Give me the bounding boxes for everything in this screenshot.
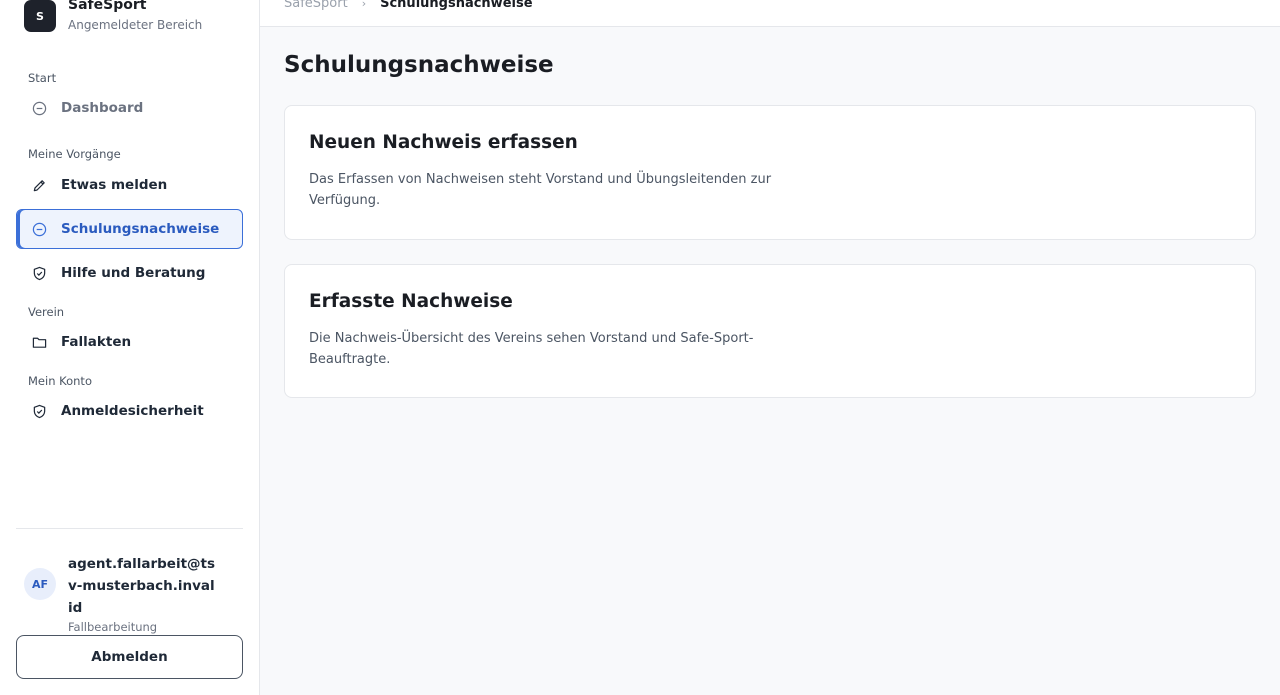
minus-circle-icon xyxy=(31,221,47,237)
sidebar-item-fallakten[interactable]: Fallakten xyxy=(16,322,243,362)
brand[interactable]: S SafeSport Angemeldeter Bereich xyxy=(16,0,243,33)
card-erfasste-nachweise: Erfasste Nachweise Die Nachweis-Übersich… xyxy=(284,264,1256,398)
card-title: Neuen Nachweis erfassen xyxy=(309,132,578,153)
card-text: Die Nachweis-Übersicht des Vereins sehen… xyxy=(309,331,754,367)
sidebar-item-label: Schulungsnachweise xyxy=(61,221,220,237)
app-root: S SafeSport Angemeldeter Bereich Start D… xyxy=(0,0,1280,695)
user-profile: AF agent.fallarbeit@tsv-musterbach.inval… xyxy=(24,553,234,634)
breadcrumb: SafeSport › Schulungsnachweise xyxy=(284,0,533,11)
nav-section-verein: Verein xyxy=(28,305,65,319)
sidebar-item-label: Hilfe und Beratung xyxy=(61,265,206,281)
sidebar-item-label: Dashboard xyxy=(61,100,144,116)
chevron-right-icon: › xyxy=(361,0,367,10)
pencil-icon xyxy=(31,177,47,193)
sidebar: S SafeSport Angemeldeter Bereich Start D… xyxy=(0,0,260,695)
sidebar-item-label: Anmeldesicherheit xyxy=(61,403,204,419)
topbar: SafeSport › Schulungsnachweise xyxy=(260,0,1280,27)
user-email: agent.fallarbeit@tsv-musterbach.invalid xyxy=(68,556,216,616)
brand-logo: S xyxy=(24,0,56,32)
sidebar-item-dashboard[interactable]: Dashboard xyxy=(16,88,243,128)
card-neuen-nachweis: Neuen Nachweis erfassen Das Erfassen von… xyxy=(284,105,1256,240)
card-title: Erfasste Nachweise xyxy=(309,291,513,312)
page-title: Schulungsnachweise xyxy=(284,52,554,78)
avatar: AF xyxy=(24,568,56,600)
sidebar-item-schulungsnachweise[interactable]: Schulungsnachweise xyxy=(16,209,243,249)
folder-icon xyxy=(31,334,47,350)
sidebar-item-label: Fallakten xyxy=(61,334,132,350)
card-text: Das Erfassen von Nachweisen steht Vorsta… xyxy=(309,172,772,208)
breadcrumb-root-link[interactable]: SafeSport xyxy=(284,0,348,11)
minus-circle-icon xyxy=(31,100,47,116)
brand-title: SafeSport xyxy=(68,0,147,13)
nav-section-start: Start xyxy=(28,71,57,85)
nav-section-meine-vorgaenge: Meine Vorgänge xyxy=(28,147,121,161)
logout-button[interactable]: Abmelden xyxy=(16,635,243,679)
sidebar-item-hilfe-und-beratung[interactable]: Hilfe und Beratung xyxy=(16,253,243,293)
brand-subtitle: Angemeldeter Bereich xyxy=(68,18,203,32)
breadcrumb-current: Schulungsnachweise xyxy=(380,0,533,11)
shield-check-icon xyxy=(31,265,47,281)
sidebar-item-etwas-melden[interactable]: Etwas melden xyxy=(16,165,243,205)
main-content: SafeSport › Schulungsnachweise Schulungs… xyxy=(260,0,1280,695)
nav-section-mein-konto: Mein Konto xyxy=(28,374,92,388)
shield-check-icon xyxy=(31,403,47,419)
sidebar-item-anmeldesicherheit[interactable]: Anmeldesicherheit xyxy=(16,391,243,431)
sidebar-item-label: Etwas melden xyxy=(61,177,168,193)
sidebar-divider xyxy=(16,528,243,529)
user-role: Fallbearbeitung xyxy=(68,620,158,634)
